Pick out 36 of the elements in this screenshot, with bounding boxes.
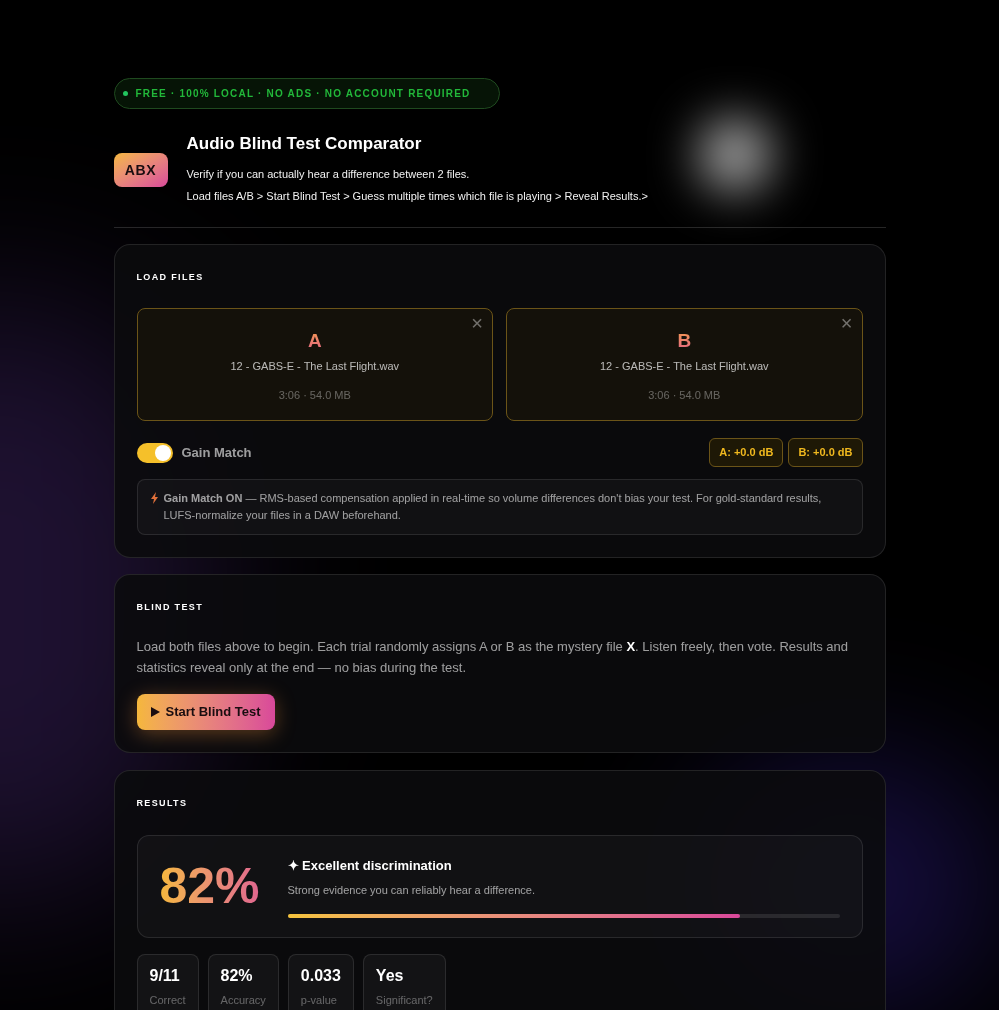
file-meta: 3:06 · 54.0 MB (278, 388, 351, 403)
instructions-text: Load both files above to begin. Each trial randomly assigns A or B as the mystery file X. Listen freely, then vote. Results and statistics reveal only at the end — no bias during the test. (136, 637, 850, 677)
stat-value: 9/11 (149, 966, 181, 986)
file-name: 12 - GABS-E - The Last Flight.wav (600, 358, 769, 374)
file-meta: 3:06 · 54.0 MB (648, 388, 721, 403)
light-glow (700, 120, 770, 190)
stat-label: Correct (149, 993, 186, 1008)
play-icon (150, 706, 160, 717)
bolt-icon (149, 492, 160, 504)
remove-file-button[interactable]: × (840, 313, 853, 333)
note-text: Gain Match ON — RMS-based compensation applied in real-time so volume differences don't bias your test. For gold-standard results, LUFS-normalize your files in a DAW beforehand. (163, 491, 823, 523)
section-heading: LOAD FILES (136, 270, 205, 284)
stat-value: 0.033 (300, 966, 341, 986)
stat-value: Yes (375, 966, 405, 986)
gain-match-toggle[interactable] (136, 442, 173, 463)
file-name: 12 - GABS-E - The Last Flight.wav (230, 358, 399, 374)
stat-label: p-value (300, 993, 338, 1008)
stat-label: Significant? (375, 993, 433, 1008)
start-blind-test-button[interactable]: Start Blind Test (136, 693, 275, 730)
gain-match-label: Gain Match (181, 443, 252, 462)
verdict-detail: Strong evidence you can reliably hear a difference. (287, 883, 536, 898)
gain-offset-badge: A: +0.0 dB (709, 438, 784, 467)
stat-label: Accuracy (220, 993, 266, 1008)
app-title: Audio Blind Test Comparator (186, 133, 423, 155)
app-subtitle: Verify if you can actually hear a difference between 2 files. (186, 166, 471, 182)
remove-file-button[interactable]: × (471, 313, 483, 333)
app-logo: ABX (113, 152, 168, 187)
file-card[interactable]: B 12 - GABS-E - The Last Flight.wav 3:06 · 54.0 MB × (506, 308, 863, 421)
section-heading: RESULTS (136, 796, 189, 810)
badge-text: FREE · 100% LOCAL · NO ADS · NO ACCOUNT REQUIRED (135, 87, 472, 101)
section-heading: BLIND TEST (136, 601, 204, 614)
verdict-text: ✦ Excellent discrimination (287, 856, 453, 875)
gain-offset-badge: B: +0.0 dB (788, 438, 863, 467)
file-card[interactable]: A 12 - GABS-E - The Last Flight.wav 3:06 · 54.0 MB × (136, 308, 493, 421)
steps-text: Load files A/B > Start Blind Test > Guess multiple times which file is playing > Reveal Results.> (186, 189, 648, 204)
stat-value: 82% (220, 966, 254, 986)
